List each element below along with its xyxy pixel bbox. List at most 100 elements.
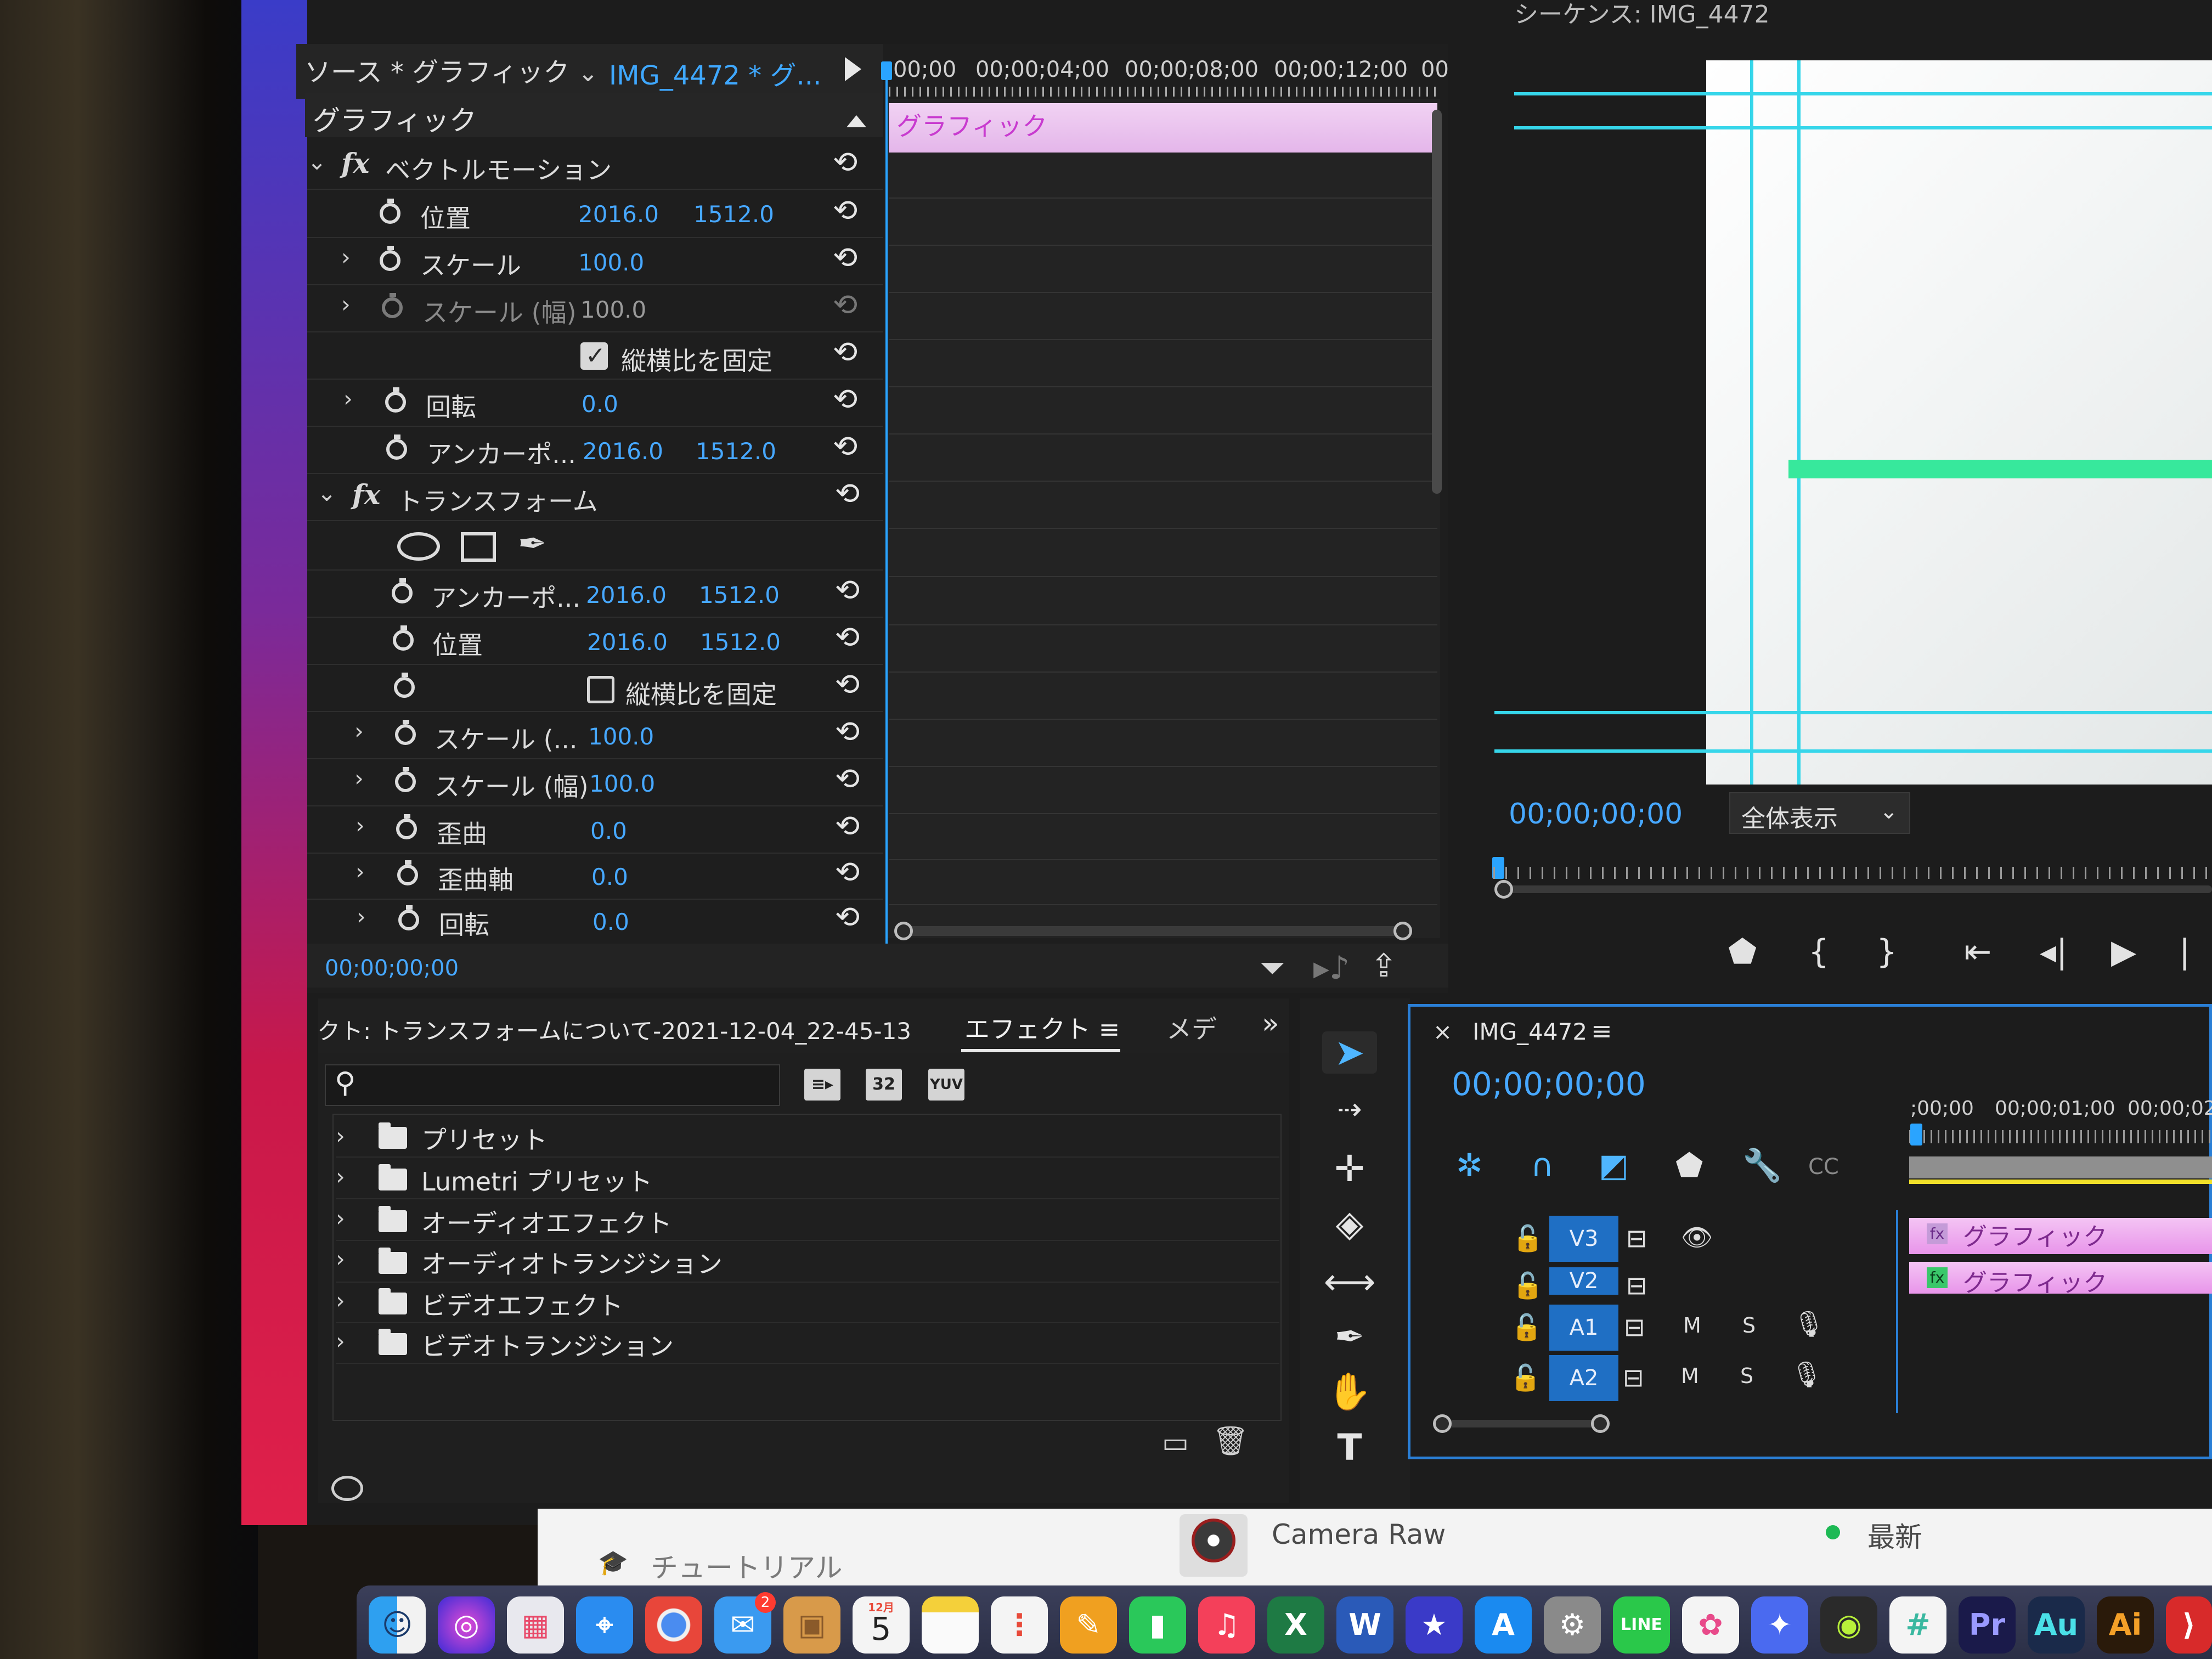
transform-row[interactable]: ⌄ fx トランスフォーム ⟲ — [307, 474, 883, 521]
siri-icon[interactable]: ◎ — [438, 1596, 495, 1654]
captions-icon[interactable]: CC — [1808, 1154, 1839, 1180]
program-video-frame[interactable] — [1706, 60, 2212, 785]
lock-icon[interactable]: 🔓 — [1512, 1223, 1543, 1254]
horizontal-scrollbar[interactable] — [900, 926, 1404, 936]
reset-icon[interactable]: ⟲ — [835, 573, 860, 607]
chevron-right-icon[interactable]: › — [336, 1163, 345, 1190]
uniform-scale-checkbox[interactable] — [580, 342, 608, 370]
timeline-title[interactable]: IMG_4472 — [1472, 1018, 1587, 1045]
eye-icon[interactable]: 👁 — [1681, 1222, 1713, 1252]
stopwatch-icon[interactable] — [386, 435, 407, 460]
timeline-timecode[interactable]: 00;00;00;00 — [1452, 1065, 1646, 1103]
prop-value-x[interactable]: 2016.0 — [578, 201, 659, 228]
stopwatch-icon[interactable] — [396, 814, 417, 839]
stopwatch-icon[interactable] — [398, 905, 419, 930]
export-icon[interactable]: ⇪ — [1370, 947, 1397, 984]
work-area-bar[interactable] — [1909, 1156, 2212, 1178]
step-back-icon[interactable]: ◂| — [2040, 933, 2067, 971]
chevron-down-icon[interactable]: ⌄ — [307, 148, 326, 175]
stopwatch-icon[interactable] — [392, 578, 413, 603]
chevron-right-icon[interactable]: › — [354, 718, 364, 744]
reset-icon[interactable]: ⟲ — [835, 809, 860, 843]
track-target-a2[interactable]: A2 — [1549, 1355, 1618, 1401]
graphic-shape-bar[interactable] — [1788, 460, 2212, 478]
wrench-icon[interactable]: 🔧 — [1742, 1147, 1782, 1184]
audition-icon[interactable]: Au — [2028, 1596, 2085, 1654]
step-forward-icon[interactable]: | — [2179, 933, 2190, 971]
scroll-handle-left[interactable] — [1494, 880, 1513, 899]
slip-tool-icon[interactable]: ⟷ — [1322, 1261, 1377, 1303]
prop-value[interactable]: 100.0 — [588, 723, 654, 750]
stopwatch-icon[interactable] — [385, 387, 406, 413]
stopwatch-icon[interactable] — [380, 199, 400, 224]
scroll-handle-left[interactable] — [1433, 1414, 1452, 1433]
nest-sequence-icon[interactable]: ✲ — [1456, 1147, 1483, 1184]
messenger-icon[interactable]: ✦ — [1751, 1596, 1808, 1654]
illustrator-icon[interactable]: Ai — [2097, 1596, 2154, 1654]
mute-button[interactable]: M — [1681, 1364, 1699, 1388]
yuv-effects-button[interactable]: YUV — [928, 1069, 964, 1101]
chevron-right-icon[interactable]: › — [343, 385, 353, 412]
photos-icon[interactable]: ✿ — [1682, 1596, 1739, 1654]
sequence-clip-selector[interactable]: IMG_4472 * グ... — [609, 54, 821, 92]
calendar-icon[interactable]: 12月 5 — [853, 1596, 910, 1654]
scroll-handle-left[interactable] — [894, 922, 913, 940]
razor-tool-icon[interactable]: ◈ — [1322, 1203, 1377, 1245]
add-marker-icon[interactable]: ⬟ — [1728, 933, 1757, 971]
ellipse-mask-icon[interactable] — [397, 532, 440, 561]
reset-icon[interactable]: ⟲ — [833, 429, 857, 464]
timeline-ruler-ticks[interactable] — [1909, 1130, 2212, 1143]
numbers-icon[interactable]: ▮ — [1129, 1596, 1186, 1654]
sync-lock-icon[interactable]: ⊟ — [1623, 1363, 1644, 1392]
play-icon[interactable] — [845, 57, 861, 81]
track-target-v3[interactable]: V3 — [1549, 1216, 1618, 1262]
reminders-icon[interactable]: ⋮ — [991, 1596, 1048, 1654]
launchpad-icon[interactable]: ▦ — [507, 1596, 564, 1654]
stopwatch-icon[interactable] — [397, 860, 418, 885]
mute-button[interactable]: M — [1683, 1313, 1701, 1338]
reset-icon[interactable]: ⟲ — [833, 193, 857, 228]
chevron-right-icon[interactable]: › — [356, 858, 365, 885]
uniform-scale-checkbox[interactable] — [587, 676, 614, 703]
add-marker-icon[interactable]: ⬟ — [1675, 1147, 1703, 1184]
sync-lock-icon[interactable]: ⊟ — [1626, 1223, 1647, 1253]
tutorial-label[interactable]: チュートリアル — [651, 1546, 843, 1585]
solo-button[interactable]: S — [1742, 1313, 1756, 1338]
sync-lock-icon[interactable]: ⊟ — [1624, 1312, 1645, 1342]
pages-icon[interactable]: ✎ — [1060, 1596, 1117, 1654]
hand-tool-icon[interactable]: ✋ — [1322, 1370, 1377, 1413]
panel-menu-icon[interactable]: ≡ — [1591, 1016, 1612, 1046]
lock-icon[interactable]: 🔓 — [1511, 1312, 1542, 1342]
chevron-right-icon[interactable]: › — [341, 291, 351, 318]
slack-icon[interactable]: # — [1889, 1596, 1946, 1654]
timeline-scrollbar[interactable] — [1438, 1420, 1603, 1427]
more-panels-icon[interactable]: » — [1262, 1007, 1279, 1040]
program-ruler[interactable] — [1493, 867, 2212, 879]
stopwatch-icon[interactable] — [393, 625, 414, 651]
chevron-down-icon[interactable]: ⌄ — [578, 59, 598, 87]
tab-effects[interactable]: エフェクト ≡ — [964, 1009, 1120, 1046]
effect-controls-timeline[interactable] — [886, 99, 1440, 938]
camera-raw-label[interactable]: Camera Raw — [1272, 1519, 1446, 1550]
stopwatch-icon[interactable] — [395, 767, 416, 792]
scroll-handle-right[interactable] — [1591, 1414, 1610, 1433]
linked-selection-icon[interactable]: ◩ — [1599, 1147, 1629, 1184]
pen-tool-icon[interactable]: ✒ — [1322, 1316, 1377, 1358]
audio-app-icon[interactable]: ◉ — [1820, 1596, 1877, 1654]
microphone-icon[interactable]: 🎙 — [1791, 1359, 1822, 1390]
playhead-line[interactable] — [885, 66, 888, 944]
excel-icon[interactable]: X — [1267, 1596, 1324, 1654]
reset-icon[interactable]: ⟲ — [835, 855, 860, 889]
audio-only-icon[interactable]: ▸♪ — [1313, 949, 1350, 986]
microphone-icon[interactable]: 🎙 — [1793, 1309, 1825, 1339]
vertical-scrollbar[interactable] — [1432, 110, 1442, 494]
tab-project[interactable]: クト: トランスフォームについて-2021-12-04_22-45-13 — [317, 1013, 911, 1046]
prop-value-y[interactable]: 1512.0 — [700, 629, 781, 656]
reset-icon[interactable]: ⟲ — [835, 620, 860, 654]
chevron-right-icon[interactable]: › — [336, 1287, 345, 1314]
snap-magnet-icon[interactable]: ∩ — [1531, 1147, 1554, 1184]
type-tool-icon[interactable]: T — [1322, 1426, 1377, 1469]
chevron-down-icon[interactable]: ⌄ — [317, 479, 336, 506]
32bit-effects-button[interactable]: 32 — [866, 1069, 902, 1101]
track-select-tool-icon[interactable]: ⇢ — [1322, 1092, 1377, 1126]
